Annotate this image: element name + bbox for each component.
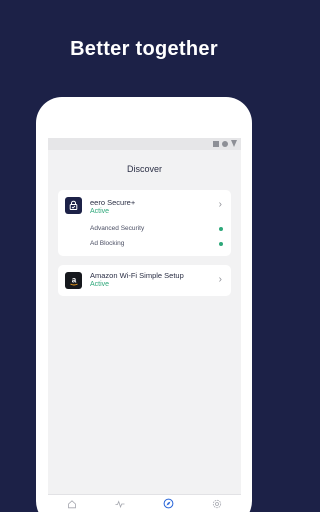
feature-label: Ad Blocking	[90, 240, 125, 247]
settings-icon	[212, 499, 221, 508]
status-dot-icon	[219, 241, 223, 246]
card-name: eero Secure+	[90, 198, 136, 207]
feature-ad-blocking: Ad Blocking	[90, 240, 223, 247]
eero-secure-app-icon	[65, 197, 82, 214]
battery-icon	[231, 140, 237, 147]
card-name: Amazon Wi-Fi Simple Setup	[90, 271, 184, 280]
page-title: Discover	[126, 164, 162, 174]
lock-icon	[69, 200, 78, 210]
feature-advanced-security: Advanced Security	[90, 225, 223, 232]
headline: Better together	[70, 38, 218, 60]
home-icon	[68, 499, 77, 508]
phone-screen: Discover eero Secure+ Active › Advanced …	[48, 138, 241, 512]
bottom-tab-bar	[48, 494, 241, 512]
signal-icon	[213, 140, 219, 147]
card-status: Active	[90, 281, 110, 288]
eero-secure-card[interactable]: eero Secure+ Active › Advanced Security …	[58, 190, 231, 256]
amazon-wifi-setup-card[interactable]: a Amazon Wi-Fi Simple Setup Active ›	[58, 265, 231, 296]
tab-home[interactable]	[65, 497, 79, 511]
tab-activity[interactable]	[113, 497, 127, 511]
activity-icon	[115, 499, 125, 508]
svg-text:a: a	[71, 275, 76, 284]
discover-icon	[163, 498, 174, 509]
card-status: Active	[90, 208, 110, 215]
wifi-icon	[222, 140, 228, 147]
amazon-app-icon: a	[65, 272, 82, 289]
status-icons	[213, 140, 237, 147]
amazon-logo-icon: a	[69, 275, 78, 285]
tab-discover[interactable]	[162, 497, 176, 511]
status-dot-icon	[219, 226, 223, 231]
chevron-right-icon: ›	[218, 274, 222, 285]
status-bar	[48, 138, 241, 150]
feature-label: Advanced Security	[90, 225, 145, 232]
chevron-right-icon: ›	[218, 199, 222, 210]
tab-settings[interactable]	[210, 497, 224, 511]
